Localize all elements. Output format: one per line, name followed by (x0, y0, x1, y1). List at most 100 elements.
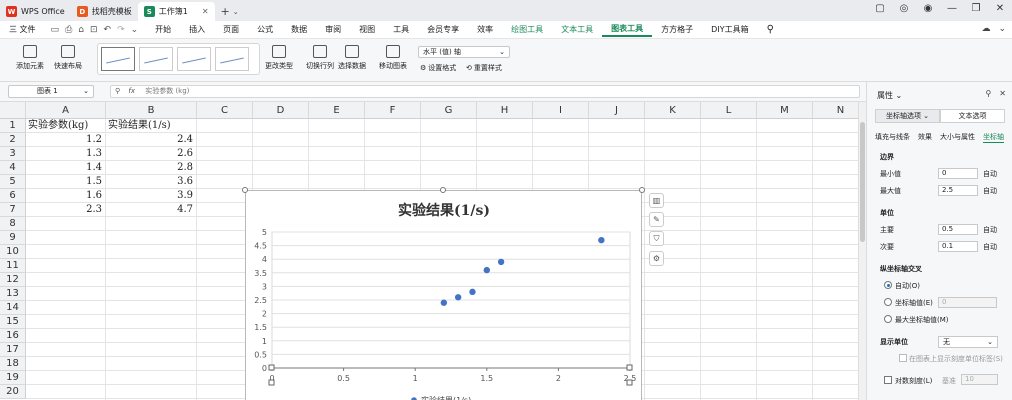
row-header-5[interactable]: 5 (0, 175, 26, 189)
tab-text-options[interactable]: 文本选项 (940, 109, 1005, 123)
menu-page[interactable]: 页面 (214, 24, 248, 35)
menu-more-icon[interactable]: ⌄ (998, 24, 1006, 34)
column-header-a[interactable]: A (26, 102, 106, 119)
chart-style-1[interactable] (101, 47, 135, 71)
cell-b1[interactable]: 实验结果(1/s) (106, 119, 197, 133)
row-header-10[interactable]: 10 (0, 245, 26, 259)
cell-b2[interactable]: 2.4 (106, 133, 197, 147)
cross-max-radio[interactable] (884, 315, 892, 323)
tab-template[interactable]: D 找稻壳模板 (71, 2, 138, 21)
column-header-b[interactable]: B (106, 102, 197, 119)
minimize-icon[interactable]: — (946, 3, 958, 14)
minor-auto-button[interactable]: 自动 (983, 242, 997, 252)
column-header-c[interactable]: C (197, 102, 253, 119)
quick-layout-button[interactable]: 快速布局 (54, 45, 82, 71)
select-all-corner[interactable] (0, 102, 26, 119)
search-icon[interactable]: ⚲ (758, 24, 783, 35)
menu-formula[interactable]: 公式 (248, 24, 282, 35)
add-element-button[interactable]: 添加元素 (16, 45, 44, 71)
cell-a5[interactable]: 1.5 (26, 175, 106, 189)
menu-insert[interactable]: 插入 (180, 24, 214, 35)
chart-style-gallery[interactable] (97, 43, 260, 75)
undo-icon[interactable]: ↶ (104, 25, 112, 35)
more-icon[interactable]: ⌄ (131, 25, 139, 35)
row-header-8[interactable]: 8 (0, 217, 26, 231)
column-header-n[interactable]: N (813, 102, 858, 119)
row-header-14[interactable]: 14 (0, 301, 26, 315)
redo-icon[interactable]: ↷ (117, 25, 125, 35)
chart-filter-icon[interactable]: ⛉ (649, 231, 664, 246)
cross-value-radio[interactable] (884, 298, 892, 306)
export-pdf-icon[interactable]: ⎙ (65, 25, 72, 35)
window-icon[interactable]: ▢ (874, 3, 886, 14)
set-format-button[interactable]: ⚙ 设置格式 (420, 63, 456, 73)
column-header-j[interactable]: J (589, 102, 645, 119)
chart-style-4[interactable] (215, 47, 249, 71)
row-header-2[interactable]: 2 (0, 133, 26, 147)
select-data-button[interactable]: 选择数据 (338, 45, 366, 71)
row-header-20[interactable]: 20 (0, 385, 26, 399)
menu-view[interactable]: 视图 (350, 24, 384, 35)
row-header-7[interactable]: 7 (0, 203, 26, 217)
change-type-button[interactable]: 更改类型 (265, 45, 293, 71)
cell-b7[interactable]: 4.7 (106, 203, 197, 217)
cloud-icon[interactable]: ☁ (981, 24, 990, 34)
row-header-11[interactable]: 11 (0, 259, 26, 273)
major-auto-button[interactable]: 自动 (983, 225, 997, 235)
cell-a2[interactable]: 1.2 (26, 133, 106, 147)
subtab-effect[interactable]: 效果 (918, 132, 932, 143)
menu-diy-toolbox[interactable]: DIY工具箱 (702, 24, 757, 35)
chart-elements-icon[interactable]: ▥ (649, 193, 664, 208)
row-header-15[interactable]: 15 (0, 315, 26, 329)
subtab-size[interactable]: 大小与属性 (940, 132, 975, 143)
skin-icon[interactable]: ◉ (922, 3, 934, 14)
row-header-12[interactable]: 12 (0, 273, 26, 287)
menu-member[interactable]: 会员专享 (418, 24, 468, 35)
cell-b4[interactable]: 2.8 (106, 161, 197, 175)
row-header-19[interactable]: 19 (0, 371, 26, 385)
mail-icon[interactable]: ◎ (898, 3, 910, 14)
row-header-16[interactable]: 16 (0, 329, 26, 343)
display-units-select[interactable]: 无 ⌄ (938, 336, 998, 348)
menu-review[interactable]: 审阅 (316, 24, 350, 35)
menu-data[interactable]: 数据 (282, 24, 316, 35)
show-units-checkbox[interactable] (899, 354, 907, 362)
major-input[interactable]: 0.5 (938, 224, 978, 235)
cell-a1[interactable]: 实验参数(kg) (26, 119, 106, 133)
move-chart-button[interactable]: 移动图表 (379, 45, 407, 71)
menu-efficiency[interactable]: 效率 (468, 24, 502, 35)
vertical-scrollbar[interactable] (858, 102, 866, 400)
new-tab-button[interactable]: + ⌄ (215, 2, 245, 21)
tab-axis-options[interactable]: 坐标轴选项 ⌄ (875, 109, 940, 123)
name-box[interactable]: 图表 1 ⌄ (8, 85, 94, 98)
formula-input[interactable]: ⚲ fx 实验参数 (kg) (110, 85, 860, 98)
print-preview-icon[interactable]: ⊡ (90, 25, 98, 35)
chart-element-select[interactable]: 水平 (值) 轴 ⌄ (418, 46, 510, 58)
close-tab-icon[interactable]: ✕ (202, 7, 209, 16)
cell-a6[interactable]: 1.6 (26, 189, 106, 203)
subtab-fill-line[interactable]: 填充与线条 (875, 132, 910, 143)
scatter-chart[interactable]: 实验结果(1/s) 0 0.5 1 1.5 2 2.5 3 3.5 4 4.5 5 0 0.5 1 1.5 2 2… (245, 190, 642, 400)
menu-chart-tools[interactable]: 图表工具 (602, 23, 653, 37)
pin-icon[interactable]: ⚲ (985, 89, 991, 98)
resize-handle[interactable] (440, 187, 446, 193)
chart-settings-icon[interactable]: ⚙ (649, 251, 664, 266)
row-header-9[interactable]: 9 (0, 231, 26, 245)
column-header-h[interactable]: H (477, 102, 533, 119)
row-header-18[interactable]: 18 (0, 357, 26, 371)
column-header-l[interactable]: L (701, 102, 757, 119)
menu-text-tools[interactable]: 文本工具 (552, 24, 602, 35)
menu-tools[interactable]: 工具 (384, 24, 418, 35)
close-panel-icon[interactable]: ✕ (999, 89, 1006, 98)
menu-fangfang[interactable]: 方方格子 (652, 24, 702, 35)
cell-a7[interactable]: 2.3 (26, 203, 106, 217)
min-auto-button[interactable]: 自动 (983, 169, 997, 179)
cell-b6[interactable]: 3.9 (106, 189, 197, 203)
column-header-e[interactable]: E (309, 102, 365, 119)
cell-a4[interactable]: 1.4 (26, 161, 106, 175)
menu-home[interactable]: 开始 (146, 24, 180, 35)
cross-auto-radio[interactable] (884, 281, 892, 289)
column-header-f[interactable]: F (365, 102, 421, 119)
row-header-3[interactable]: 3 (0, 147, 26, 161)
max-input[interactable]: 2.5 (938, 185, 978, 196)
